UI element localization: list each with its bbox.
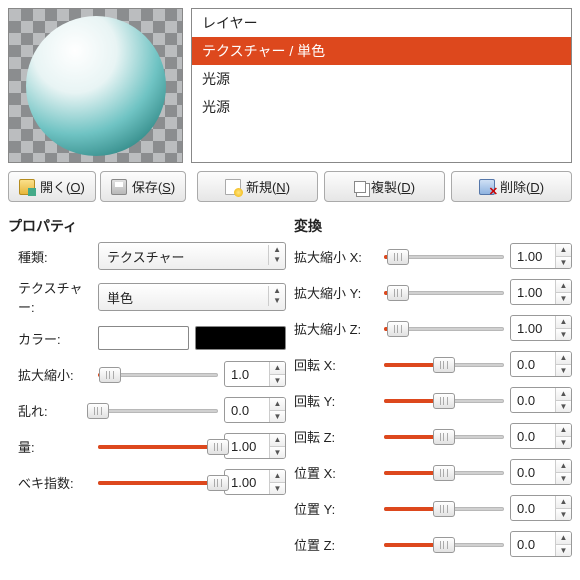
properties-title: プロパティ — [8, 216, 286, 236]
new-icon — [225, 179, 241, 195]
posx-label: 位置 X: — [294, 463, 384, 482]
chevron-updown-icon: ▲▼ — [268, 286, 281, 306]
posx-spin[interactable]: 0.0▲▼ — [510, 459, 572, 485]
exponent-label: べキ指数: — [8, 473, 98, 492]
chevron-updown-icon: ▲▼ — [268, 245, 281, 265]
scalez-slider[interactable] — [384, 319, 504, 337]
amount-slider[interactable] — [98, 437, 218, 455]
rotx-slider[interactable] — [384, 355, 504, 373]
roty-label: 回転 Y: — [294, 391, 384, 410]
posz-slider[interactable] — [384, 535, 504, 553]
turbulence-label: 乱れ: — [8, 401, 98, 420]
exponent-slider[interactable] — [98, 473, 218, 491]
sphere-preview — [26, 16, 166, 156]
rotz-label: 回転 Z: — [294, 427, 384, 446]
scaley-slider[interactable] — [384, 283, 504, 301]
rotx-label: 回転 X: — [294, 355, 384, 374]
type-select[interactable]: テクスチャー ▲▼ — [98, 242, 286, 270]
scale-spin[interactable]: 1.0 ▲▼ — [224, 361, 286, 387]
amount-label: 量: — [8, 437, 98, 456]
color-swatch-1[interactable] — [98, 326, 189, 350]
transform-title: 変換 — [294, 216, 572, 236]
color-swatch-2[interactable] — [195, 326, 286, 350]
turbulence-spin[interactable]: 0.0 ▲▼ — [224, 397, 286, 423]
posz-spin[interactable]: 0.0▲▼ — [510, 531, 572, 557]
layer-list[interactable]: レイヤー テクスチャー / 単色 光源 光源 — [191, 8, 572, 163]
list-item[interactable]: 光源 — [192, 65, 571, 93]
posx-slider[interactable] — [384, 463, 504, 481]
amount-spin[interactable]: 1.00 ▲▼ — [224, 433, 286, 459]
list-item[interactable]: 光源 — [192, 93, 571, 121]
exponent-spin[interactable]: 1.00 ▲▼ — [224, 469, 286, 495]
posy-label: 位置 Y: — [294, 499, 384, 518]
texture-value: 単色 — [107, 288, 133, 307]
scaley-spin[interactable]: 1.00▲▼ — [510, 279, 572, 305]
type-value: テクスチャー — [107, 247, 184, 266]
list-item[interactable]: テクスチャー / 単色 — [192, 37, 571, 65]
posz-label: 位置 Z: — [294, 535, 384, 554]
roty-spin[interactable]: 0.0▲▼ — [510, 387, 572, 413]
turbulence-slider[interactable] — [98, 401, 218, 419]
scalex-slider[interactable] — [384, 247, 504, 265]
preview-panel — [8, 8, 183, 163]
texture-label: テクスチャー: — [8, 278, 98, 316]
scalex-spin[interactable]: 1.00▲▼ — [510, 243, 572, 269]
rotz-spin[interactable]: 0.0▲▼ — [510, 423, 572, 449]
type-label: 種類: — [8, 247, 98, 266]
list-item[interactable]: レイヤー — [192, 9, 571, 37]
scaley-label: 拡大縮小 Y: — [294, 283, 384, 302]
color-label: カラー: — [8, 329, 98, 348]
scalez-label: 拡大縮小 Z: — [294, 319, 384, 338]
duplicate-button[interactable]: 複製(D) — [324, 171, 445, 202]
delete-icon — [479, 179, 495, 195]
duplicate-icon — [354, 181, 366, 193]
save-icon — [111, 179, 127, 195]
delete-button[interactable]: 削除(D) — [451, 171, 572, 202]
rotz-slider[interactable] — [384, 427, 504, 445]
scale-slider[interactable] — [98, 365, 218, 383]
open-button[interactable]: 開く(O) — [8, 171, 96, 202]
rotx-spin[interactable]: 0.0▲▼ — [510, 351, 572, 377]
new-button[interactable]: 新規(N) — [197, 171, 318, 202]
open-icon — [19, 179, 35, 195]
scale-label: 拡大縮小: — [8, 365, 98, 384]
posy-spin[interactable]: 0.0▲▼ — [510, 495, 572, 521]
texture-select[interactable]: 単色 ▲▼ — [98, 283, 286, 311]
posy-slider[interactable] — [384, 499, 504, 517]
scalex-label: 拡大縮小 X: — [294, 247, 384, 266]
scalez-spin[interactable]: 1.00▲▼ — [510, 315, 572, 341]
roty-slider[interactable] — [384, 391, 504, 409]
save-button[interactable]: 保存(S) — [100, 171, 186, 202]
